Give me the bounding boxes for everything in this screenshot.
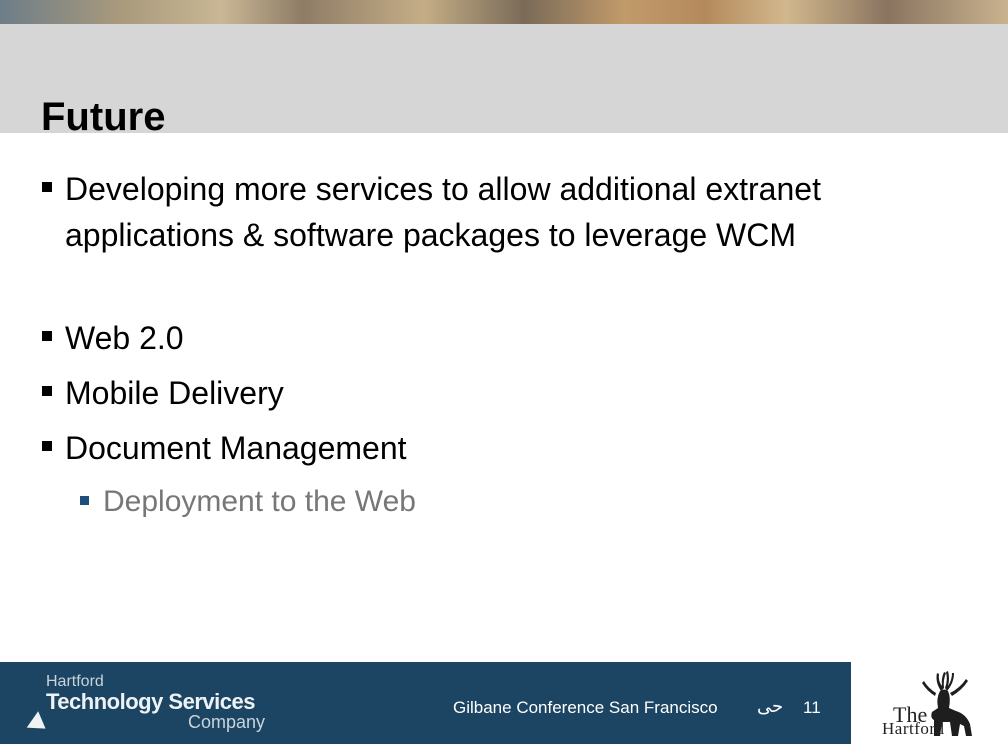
hartford-wordmark-line2: Hartford [882,719,945,738]
sub-bullet-text: Deployment to the Web [103,485,416,518]
bullet-text: Mobile Delivery [65,375,284,411]
slide-title: Future [41,95,166,139]
bullet-text: Web 2.0 [65,320,184,356]
company-logo-line3: Company [188,712,266,732]
square-bullet-icon [42,182,52,192]
square-bullet-icon [42,331,52,341]
bullet-text: Document Management [65,430,407,466]
footer-conference-text: Gilbane Conference San Francisco [453,698,718,717]
bullet-item: Mobile Delivery [42,370,842,416]
square-bullet-icon [80,496,89,505]
square-bullet-icon [42,441,52,451]
sub-bullet-item: Deployment to the Web [80,482,840,522]
page-number: 11 [803,698,821,717]
footer-glyph: حى [757,696,784,717]
square-bullet-icon [42,386,52,396]
bullet-item: Document Management [42,425,842,471]
bullet-item: Developing more services to allow additi… [42,166,842,258]
decorative-header-image [0,0,1008,24]
bullet-item: Web 2.0 [42,315,842,361]
bullet-text: Developing more services to allow additi… [65,171,821,253]
